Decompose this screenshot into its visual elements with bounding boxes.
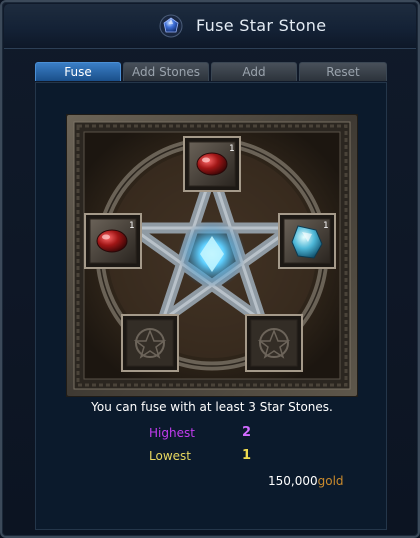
- title-bar[interactable]: Fuse Star Stone: [4, 4, 416, 49]
- slot-top[interactable]: 1: [183, 136, 241, 192]
- slot-bottom-right[interactable]: [245, 314, 303, 372]
- fuse-cost: 150,000gold: [268, 474, 344, 488]
- fusion-board: 1 1 1: [66, 114, 358, 397]
- fuse-panel: 1 1 1 You can fuse with at least 3 Star …: [35, 82, 387, 530]
- highest-value: 2: [242, 425, 252, 440]
- fuse-window: Fuse Star Stone Fuse Add Stones Add Rese…: [0, 0, 420, 538]
- slot-bottom-left[interactable]: [121, 314, 179, 372]
- lowest-label: Lowest: [149, 449, 191, 463]
- highest-label: Highest: [149, 426, 195, 440]
- window-title: Fuse Star Stone: [196, 16, 327, 35]
- tab-fuse[interactable]: Fuse: [35, 62, 121, 81]
- slot-right-count: 1: [323, 221, 329, 231]
- fuse-requirement-message: You can fuse with at least 3 Star Stones…: [91, 400, 333, 414]
- star-stone-icon: [159, 14, 183, 38]
- slot-left[interactable]: 1: [84, 213, 142, 269]
- tab-add[interactable]: Add: [211, 62, 297, 81]
- slot-right[interactable]: 1: [278, 213, 336, 269]
- cost-unit: gold: [317, 474, 344, 488]
- tab-reset[interactable]: Reset: [299, 62, 387, 81]
- lowest-value: 1: [242, 448, 252, 463]
- slot-left-count: 1: [129, 221, 135, 231]
- slot-top-count: 1: [229, 144, 235, 154]
- tab-bar: Fuse Add Stones Add Reset: [35, 62, 387, 82]
- tab-add-stones[interactable]: Add Stones: [123, 62, 209, 81]
- cost-amount: 150,000: [268, 474, 318, 488]
